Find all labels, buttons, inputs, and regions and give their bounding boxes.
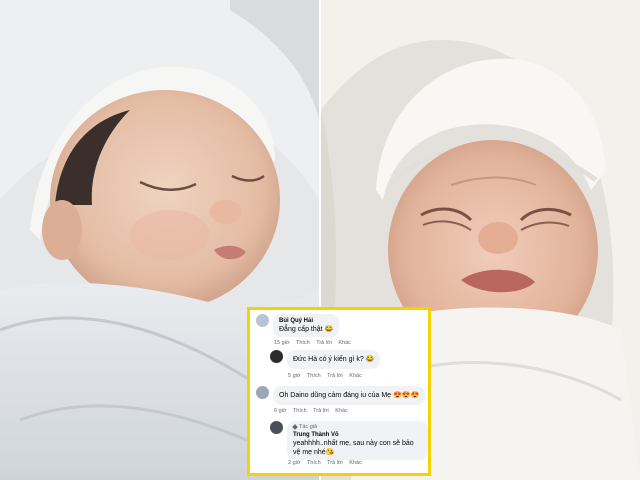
reply-link[interactable]: Trả lời <box>316 340 332 346</box>
comment-time: 2 giờ <box>288 460 301 466</box>
comment-text: yeahhhh..nhất mẹ, sau này con sẽ bảo vệ … <box>293 440 414 456</box>
comment-text: Đức Hà có ý kiến gì k? 😂 <box>293 356 375 363</box>
comment-bubble: Tác giả Trung Thành Võ yeahhhh..nhất mẹ,… <box>287 421 428 460</box>
comment-time: 15 giờ <box>274 340 290 346</box>
avatar[interactable] <box>270 421 283 434</box>
comment-4: Tác giả Trung Thành Võ yeahhhh..nhất mẹ,… <box>270 421 428 460</box>
comment-author[interactable]: Bùi Quý Hải <box>279 317 333 325</box>
avatar[interactable] <box>256 314 269 327</box>
comment-1: Bùi Quý Hải Đẳng cấp thật 😂 <box>256 314 340 337</box>
comment-2: Đức Hà có ý kiến gì k? 😂 <box>270 350 381 369</box>
comment-actions: 2 giờ Thích Trả lời Khác <box>288 460 367 466</box>
comment-actions: 6 giờ Thích Trả lời Khác <box>274 408 353 414</box>
comment-bubble: Bùi Quý Hải Đẳng cấp thật 😂 <box>273 314 340 337</box>
author-badge: Tác giả <box>292 423 422 431</box>
comment-bubble: Đức Hà có ý kiến gì k? 😂 <box>287 350 381 369</box>
facebook-comments-panel: Bùi Quý Hải Đẳng cấp thật 😂 15 giờ Thích… <box>247 307 431 476</box>
more-link[interactable]: Khác <box>349 460 362 466</box>
pencil-icon <box>292 423 298 430</box>
more-link[interactable]: Khác <box>338 340 351 346</box>
comment-3: Oh Daino dũng cảm đáng iu của Mẹ 😍😍😍 <box>256 386 426 405</box>
like-link[interactable]: Thích <box>293 408 307 414</box>
comment-time: 6 giờ <box>274 408 287 414</box>
reply-link[interactable]: Trả lời <box>327 460 343 466</box>
like-link[interactable]: Thích <box>296 340 310 346</box>
comment-bubble: Oh Daino dũng cảm đáng iu của Mẹ 😍😍😍 <box>273 386 426 405</box>
comment-actions: 15 giờ Thích Trả lời Khác <box>274 340 356 346</box>
like-link[interactable]: Thích <box>307 460 321 466</box>
avatar[interactable] <box>256 386 269 399</box>
comment-time: 5 giờ <box>288 373 301 379</box>
comment-text: Đẳng cấp thật 😂 <box>279 326 334 333</box>
reply-link[interactable]: Trả lời <box>327 373 343 379</box>
author-badge-label: Tác giả <box>299 424 318 430</box>
comment-text: Oh Daino dũng cảm đáng iu của Mẹ 😍😍😍 <box>279 392 420 399</box>
avatar[interactable] <box>270 350 283 363</box>
comment-actions: 5 giờ Thích Trả lời Khác <box>288 373 367 379</box>
like-link[interactable]: Thích <box>307 373 321 379</box>
comment-author[interactable]: Trung Thành Võ <box>293 431 422 439</box>
reply-link[interactable]: Trả lời <box>313 408 329 414</box>
more-link[interactable]: Khác <box>349 373 362 379</box>
more-link[interactable]: Khác <box>335 408 348 414</box>
